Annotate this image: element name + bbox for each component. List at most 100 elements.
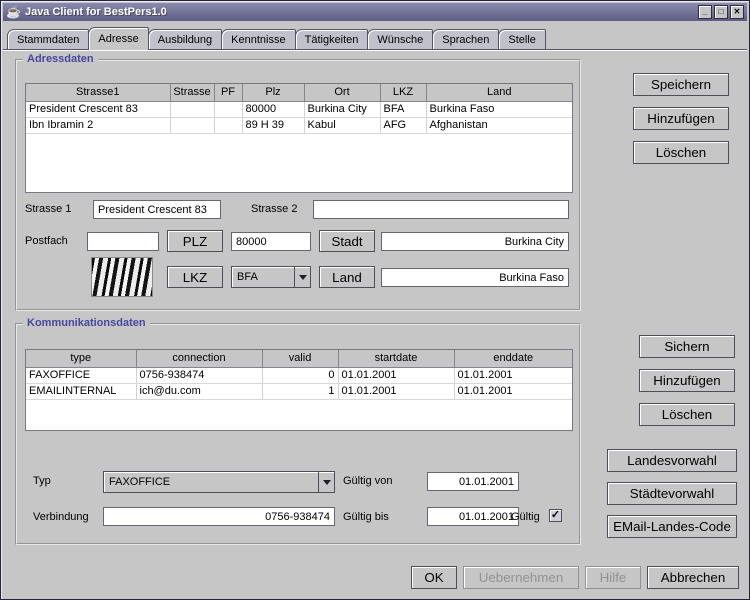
tab-sprachen[interactable]: Sprachen [432, 29, 500, 49]
cell [170, 101, 215, 118]
komm-table-row[interactable]: EMAILINTERNAL ich@du.com 1 01.01.2001 01… [26, 383, 572, 400]
cell: 0 [262, 367, 339, 384]
email-landes-code-button[interactable]: EMail-Landes-Code [607, 515, 737, 538]
lkz-combobox-value: BFA [237, 271, 258, 283]
cell: Kabul [304, 117, 381, 134]
plz-field[interactable]: 80000 [231, 232, 311, 251]
cell [170, 117, 215, 134]
landesvorwahl-button[interactable]: Landesvorwahl [607, 449, 737, 472]
stadt-field[interactable]: Burkina City [381, 232, 569, 251]
cell: 0756-938474 [136, 367, 263, 384]
column-header-enddate[interactable]: enddate [454, 350, 572, 368]
uebernehmen-button[interactable]: Uebernehmen [463, 566, 579, 589]
ok-button[interactable]: OK [411, 566, 457, 589]
sichern-button[interactable]: Sichern [639, 335, 735, 358]
adressdaten-group-title: Adressdaten [23, 53, 98, 65]
adressdaten-group: Adressdaten Strasse1 Strasse PF Plz Ort … [15, 53, 581, 311]
hinzufuegen-komm-button[interactable]: Hinzufügen [639, 369, 735, 392]
address-table-row[interactable]: Ibn Ibramin 2 89 H 39 Kabul AFG Afghanis… [26, 117, 572, 134]
cell: Afghanistan [426, 117, 572, 134]
check-icon: ✓ [550, 509, 561, 521]
zebra-image [91, 257, 153, 297]
cell: 1 [262, 383, 339, 400]
loeschen-address-button[interactable]: Löschen [633, 141, 729, 164]
column-header-valid[interactable]: valid [262, 350, 339, 368]
gueltig-von-label: Gültig von [343, 475, 393, 487]
minimize-icon[interactable]: _ [698, 5, 712, 19]
cell: AFG [380, 117, 427, 134]
column-header-land[interactable]: Land [426, 84, 572, 102]
cell [214, 101, 243, 118]
column-header-pf[interactable]: PF [214, 84, 243, 102]
speichern-button[interactable]: Speichern [633, 73, 729, 96]
verbindung-label: Verbindung [33, 511, 89, 523]
cell: 01.01.2001 [338, 367, 455, 384]
kommunikation-table: type connection valid startdate enddate … [25, 349, 573, 431]
abbrechen-button[interactable]: Abbrechen [647, 566, 739, 589]
column-header-ort[interactable]: Ort [304, 84, 381, 102]
cell: EMAILINTERNAL [26, 383, 137, 400]
column-header-type[interactable]: type [26, 350, 137, 368]
typ-combobox[interactable]: FAXOFFICE [103, 471, 335, 493]
column-header-lkz[interactable]: LKZ [380, 84, 427, 102]
tab-stammdaten[interactable]: Stammdaten [7, 29, 90, 49]
gueltig-bis-label: Gültig bis [343, 511, 389, 523]
cell: 01.01.2001 [338, 383, 455, 400]
postfach-label: Postfach [25, 235, 68, 247]
column-header-strasse[interactable]: Strasse [170, 84, 215, 102]
strasse2-label: Strasse 2 [251, 203, 298, 215]
hilfe-button[interactable]: Hilfe [585, 566, 641, 589]
column-header-strasse1[interactable]: Strasse1 [26, 84, 171, 102]
plz-button[interactable]: PLZ [167, 230, 223, 252]
tab-adresse[interactable]: Adresse [88, 27, 149, 50]
tab-bar: Stammdaten Adresse Ausbildung Kenntnisse… [7, 27, 745, 50]
window-title: Java Client for BestPers1.0 [24, 6, 167, 18]
tab-ausbildung[interactable]: Ausbildung [147, 29, 223, 49]
cell: ich@du.com [136, 383, 263, 400]
title-bar: ☕ Java Client for BestPers1.0 _ □ ✕ [3, 3, 747, 21]
chevron-down-icon [294, 267, 310, 287]
cell: 80000 [242, 101, 305, 118]
cell: 89 H 39 [242, 117, 305, 134]
strasse1-field[interactable]: President Crescent 83 [93, 200, 221, 219]
cell: Ibn Ibramin 2 [26, 117, 171, 134]
cell: 01.01.2001 [454, 367, 572, 384]
cell [214, 117, 243, 134]
verbindung-field[interactable]: 0756-938474 [103, 507, 335, 526]
address-table-row[interactable]: President Crescent 83 80000 Burkina City… [26, 101, 572, 118]
cell: Burkina City [304, 101, 381, 118]
gueltig-bis-field[interactable]: 01.01.2001 [427, 507, 519, 526]
cell: FAXOFFICE [26, 367, 137, 384]
komm-table-row[interactable]: FAXOFFICE 0756-938474 0 01.01.2001 01.01… [26, 367, 572, 384]
gueltig-von-field[interactable]: 01.01.2001 [427, 472, 519, 491]
land-field[interactable]: Burkina Faso [381, 268, 569, 287]
column-header-connection[interactable]: connection [136, 350, 263, 368]
land-button[interactable]: Land [319, 266, 375, 288]
gueltig-checkbox[interactable]: ✓ [549, 509, 562, 522]
close-icon[interactable]: ✕ [730, 5, 744, 19]
column-header-startdate[interactable]: startdate [338, 350, 455, 368]
lkz-button[interactable]: LKZ [167, 266, 223, 288]
java-cup-icon: ☕ [6, 5, 21, 19]
tab-kenntnisse[interactable]: Kenntnisse [221, 29, 296, 49]
staedtevorwahl-button[interactable]: Städtevorwahl [607, 482, 737, 505]
maximize-icon[interactable]: □ [714, 5, 728, 19]
column-header-plz[interactable]: Plz [242, 84, 305, 102]
strasse2-field[interactable] [313, 200, 569, 219]
hinzufuegen-address-button[interactable]: Hinzufügen [633, 107, 729, 130]
gueltig-label: Gültig [511, 511, 540, 523]
cell: President Crescent 83 [26, 101, 171, 118]
kommunikationsdaten-group-title: Kommunikationsdaten [23, 317, 150, 329]
address-table-header-row: Strasse1 Strasse PF Plz Ort LKZ Land [26, 84, 572, 102]
stadt-button[interactable]: Stadt [319, 230, 375, 252]
address-table: Strasse1 Strasse PF Plz Ort LKZ Land Pre… [25, 83, 573, 193]
tab-wuensche[interactable]: Wünsche [367, 29, 434, 49]
tab-taetigkeiten[interactable]: Tätigkeiten [294, 29, 369, 49]
tab-stelle[interactable]: Stelle [498, 29, 546, 49]
typ-combobox-value: FAXOFFICE [109, 476, 171, 488]
loeschen-komm-button[interactable]: Löschen [639, 403, 735, 426]
postfach-field[interactable] [87, 232, 159, 251]
chevron-down-icon [318, 472, 334, 492]
cell: BFA [380, 101, 427, 118]
lkz-combobox[interactable]: BFA [231, 266, 311, 288]
